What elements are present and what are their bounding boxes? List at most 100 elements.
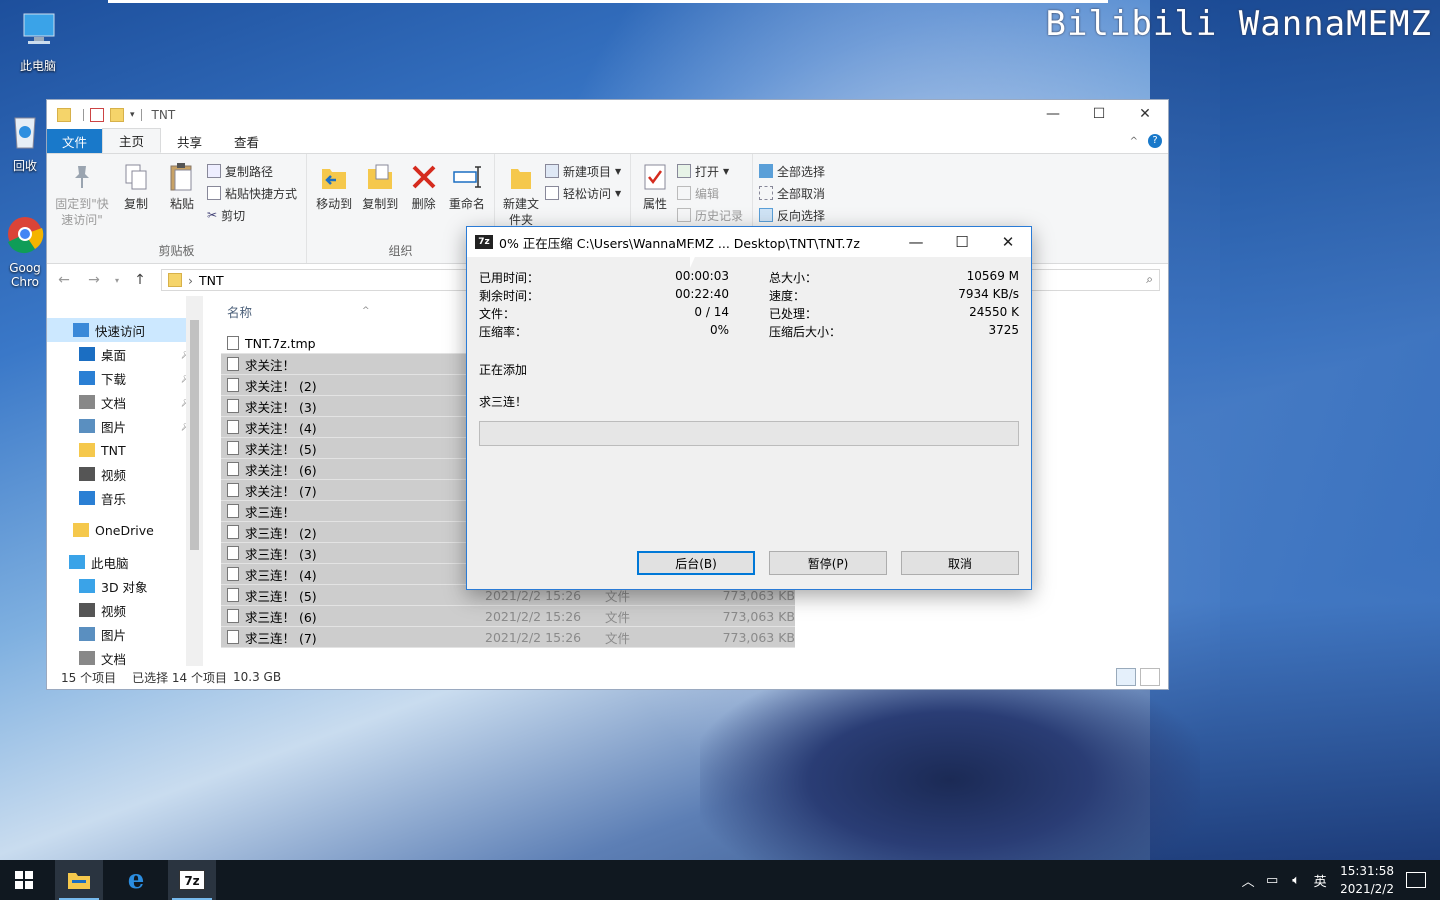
nav-item[interactable]: 视频 <box>47 598 203 622</box>
help-icon[interactable]: ? <box>1148 134 1162 148</box>
tab-home[interactable]: 主页 <box>102 128 162 153</box>
nav-item[interactable]: 图片📌︎ <box>47 414 203 438</box>
quick-access-dropdown-icon[interactable]: ▾ <box>130 110 135 120</box>
file-name: 求关注！ <box>245 357 296 373</box>
navigation-pane: 快速访问桌面📌︎下载📌︎文档📌︎图片📌︎TNT视频音乐OneDrive此电脑3D… <box>47 296 203 667</box>
invert-selection-button[interactable]: 反向选择 <box>759 206 825 224</box>
taskbar-7zip[interactable]: 7z <box>168 860 216 900</box>
file-icon <box>227 378 239 392</box>
paste-shortcut-button[interactable]: 粘贴快捷方式 <box>207 184 297 202</box>
easy-access-button[interactable]: 轻松访问 ▼ <box>545 184 621 202</box>
forward-arrow-icon[interactable]: → <box>85 272 103 288</box>
tab-file[interactable]: 文件 <box>47 129 103 153</box>
total-size-label: 总大小： <box>769 271 818 285</box>
file-type: 文件 <box>605 609 631 625</box>
nav-item[interactable]: 桌面📌︎ <box>47 342 203 366</box>
file-name: 求三连！ (3) <box>245 546 317 562</box>
nav-item[interactable]: 文档📌︎ <box>47 390 203 414</box>
window-title: TNT <box>151 107 176 122</box>
recent-dropdown-icon[interactable]: ▾ <box>115 276 119 285</box>
taskbar-file-explorer[interactable] <box>55 860 103 900</box>
nav-item[interactable]: 图片 <box>47 622 203 646</box>
file-name: 求三连！ <box>245 504 296 520</box>
nav-scrollbar[interactable] <box>186 296 203 666</box>
delete-x-icon <box>412 165 436 189</box>
chevron-down-icon: ▼ <box>615 166 622 176</box>
new-item-button[interactable]: 新建项目 ▼ <box>545 162 621 180</box>
select-all-button[interactable]: 全部选择 <box>759 162 825 180</box>
files-label: 文件： <box>479 307 516 321</box>
nav-item-label: 视频 <box>101 603 127 619</box>
desktop-icon-recycle-bin[interactable]: 回收 <box>2 110 48 174</box>
clock[interactable]: 15:31:58 2021/2/2 <box>1340 862 1394 898</box>
taskbar-edge[interactable]: e <box>112 860 160 900</box>
close-button[interactable]: ✕ <box>1122 100 1168 128</box>
nav-item[interactable]: OneDrive <box>47 518 203 542</box>
file-row[interactable]: 求三连！ (6) 2021/2/2 15:26 文件 773,063 KB <box>221 606 795 627</box>
dialog-close-button[interactable]: ✕ <box>985 227 1031 257</box>
file-row[interactable]: 求三连！ (7) 2021/2/2 15:26 文件 773,063 KB <box>221 627 795 648</box>
explorer-titlebar[interactable]: ▾ TNT — ☐ ✕ <box>47 100 1168 129</box>
background-button[interactable]: 后台(B) <box>637 551 755 575</box>
nav-item-label: 此电脑 <box>91 555 129 571</box>
nav-item[interactable]: TNT <box>47 438 203 462</box>
tab-share[interactable]: 共享 <box>161 129 218 153</box>
history-button[interactable]: 历史记录 <box>677 206 743 224</box>
select-none-button[interactable]: 全部取消 <box>759 184 825 202</box>
details-view-icon[interactable] <box>1116 668 1136 686</box>
cut-button[interactable]: ✂ 剪切 <box>207 206 297 224</box>
nav-item[interactable]: 此电脑 <box>47 550 203 574</box>
nav-item[interactable]: 音乐 <box>47 486 203 510</box>
new-folder-quick-icon[interactable] <box>110 107 124 122</box>
current-file: 求三连！ <box>479 395 528 409</box>
processed-label: 已处理： <box>769 307 818 321</box>
cancel-button[interactable]: 取消 <box>901 551 1019 575</box>
notification-center-icon[interactable] <box>1406 872 1426 888</box>
nav-item[interactable]: 下载📌︎ <box>47 366 203 390</box>
maximize-button[interactable]: ☐ <box>1076 100 1122 128</box>
breadcrumb-item[interactable]: TNT <box>199 273 224 288</box>
dialog-maximize-button[interactable]: ☐ <box>939 227 985 257</box>
tab-view[interactable]: 查看 <box>218 129 275 153</box>
nav-item-label: 文档 <box>101 395 127 411</box>
nav-item[interactable]: 3D 对象 <box>47 574 203 598</box>
desktop-icon-this-pc[interactable]: 此电脑 <box>6 10 70 74</box>
volume-icon[interactable]: 🔈︎ <box>1284 873 1308 888</box>
open-button[interactable]: 打开 ▼ <box>677 162 743 180</box>
nav-item-label: 音乐 <box>101 491 127 507</box>
nav-item-label: 视频 <box>101 467 127 483</box>
copy-to-icon <box>368 164 393 189</box>
nav-item[interactable]: 视频 <box>47 462 203 486</box>
show-hidden-icons-icon[interactable]: ︿ <box>1236 871 1260 890</box>
collapse-ribbon-icon[interactable]: ^ <box>1130 136 1138 147</box>
back-arrow-icon[interactable]: ← <box>55 272 73 288</box>
file-icon <box>227 483 239 497</box>
properties-quick-icon[interactable] <box>90 107 104 122</box>
paste-shortcut-icon <box>207 186 221 200</box>
copy-path-button[interactable]: 复制路径 <box>207 162 297 180</box>
nav-item-icon <box>79 395 95 409</box>
file-icon <box>227 336 239 350</box>
nav-item[interactable]: 快速访问 <box>47 318 203 342</box>
chevron-down-icon: ▼ <box>615 188 622 198</box>
edge-icon: e <box>127 865 145 895</box>
large-icons-view-icon[interactable] <box>1140 668 1160 686</box>
search-icon: ⌕ <box>1146 272 1153 286</box>
up-arrow-icon[interactable]: ↑ <box>131 272 149 288</box>
minimize-button[interactable]: — <box>1030 100 1076 128</box>
start-button[interactable] <box>0 860 48 900</box>
search-input[interactable]: ⌕ <box>1030 269 1160 291</box>
desktop-icon-chrome[interactable]: Goog Chro <box>2 214 48 289</box>
system-tray: ︿ ▭ 🔈︎ 英 15:31:58 2021/2/2 <box>1236 860 1440 900</box>
dialog-minimize-button[interactable]: — <box>893 227 939 257</box>
network-icon[interactable]: ▭ <box>1260 873 1284 888</box>
easy-access-icon <box>545 186 559 200</box>
nav-item-icon <box>79 603 95 617</box>
nav-item-icon <box>79 491 95 505</box>
open-icon <box>677 164 691 178</box>
edit-button[interactable]: 编辑 <box>677 184 743 202</box>
input-language[interactable]: 英 <box>1308 871 1332 890</box>
dialog-titlebar[interactable]: 7z 0% 正在压缩 C:\Users\WannaMEMZ ... Deskto… <box>467 227 1031 257</box>
file-name: 求关注！ (5) <box>245 441 317 457</box>
pause-button[interactable]: 暂停(P) <box>769 551 887 575</box>
